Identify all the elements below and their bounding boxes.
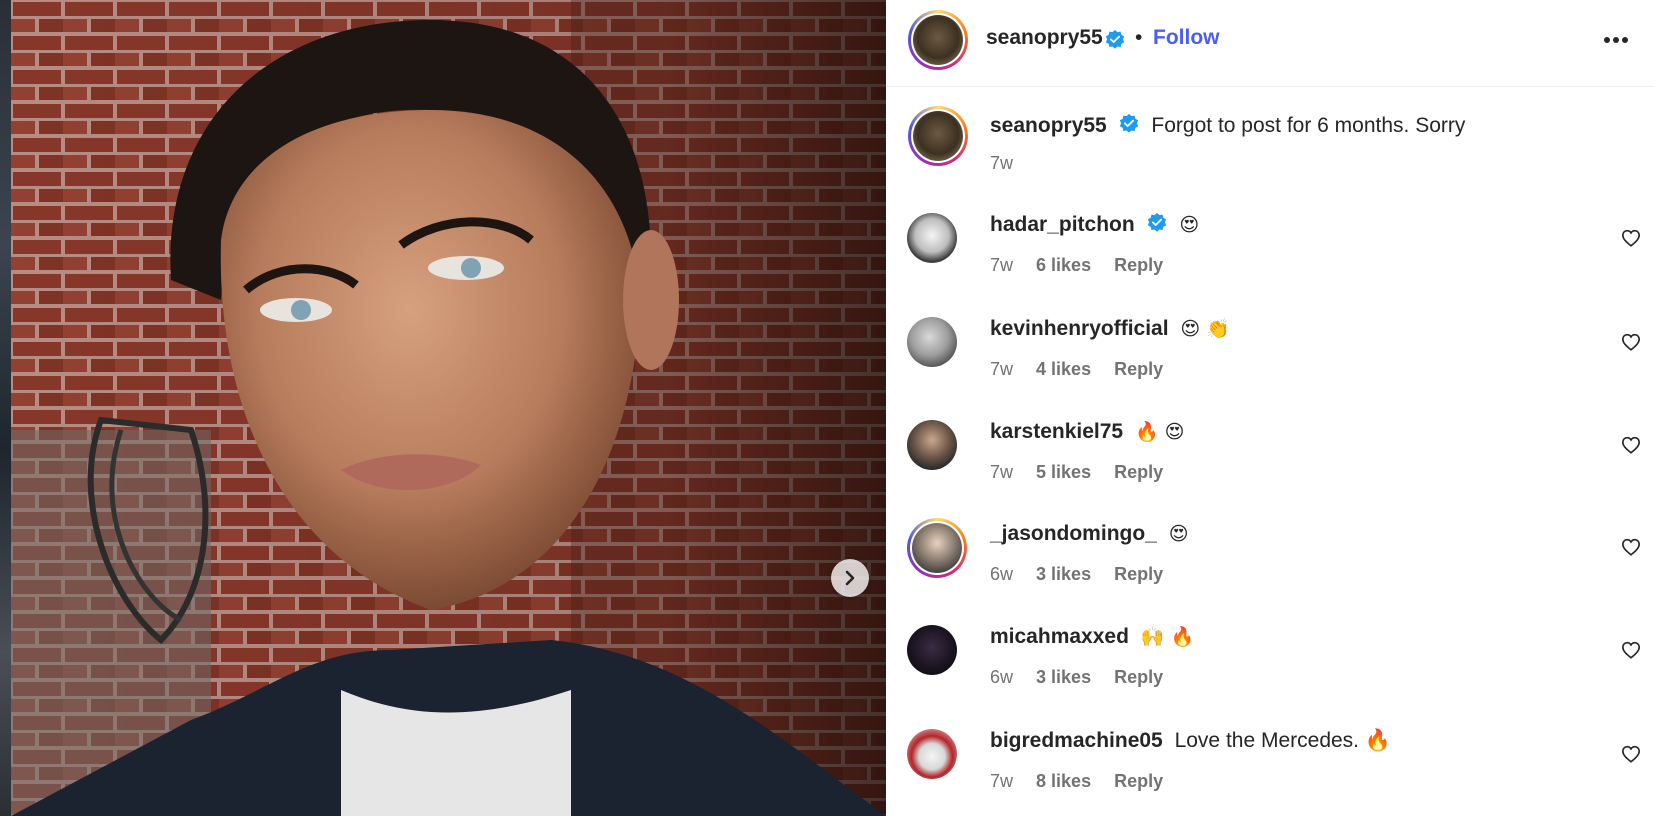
comment-text: Love the Mercedes. 🔥 — [1174, 729, 1391, 752]
author-username[interactable]: seanopry55 — [986, 26, 1103, 50]
comment-row: kevinhenryofficial 😍 👏 7w 4 likes Reply — [886, 309, 1654, 389]
follow-button[interactable]: Follow — [1153, 26, 1220, 50]
portrait-image — [11, 0, 886, 816]
comment-likes[interactable]: 5 likes — [1036, 462, 1091, 482]
comment-likes[interactable]: 4 likes — [1036, 359, 1091, 379]
commenter-avatar[interactable] — [907, 625, 957, 675]
commenter-username[interactable]: kevinhenryofficial — [990, 317, 1169, 340]
heart-outline-icon[interactable] — [1621, 538, 1641, 556]
comment-row: bigredmachine05 Love the Mercedes. 🔥 7w … — [886, 721, 1654, 801]
reply-button[interactable]: Reply — [1114, 667, 1163, 687]
heart-outline-icon[interactable] — [1621, 745, 1641, 763]
heart-outline-icon[interactable] — [1621, 333, 1641, 351]
caption-author-avatar[interactable] — [908, 106, 968, 166]
more-horizontal-icon[interactable] — [1603, 36, 1629, 44]
comment-text: 😍 👏 — [1180, 318, 1230, 340]
commenter-username[interactable]: bigredmachine05 — [990, 729, 1163, 752]
post-photo[interactable] — [11, 0, 886, 816]
comment-text: 😍 — [1168, 523, 1189, 545]
comment-timestamp[interactable]: 7w — [990, 771, 1013, 791]
caption-text: Forgot to post for 6 months. Sorry — [1151, 114, 1466, 137]
reply-button[interactable]: Reply — [1114, 564, 1163, 584]
caption-row: seanopry55 Forgot to post for 6 months. … — [886, 106, 1654, 176]
comment-timestamp[interactable]: 7w — [990, 255, 1013, 275]
comment-row: karstenkiel75 🔥 😍 7w 5 likes Reply — [886, 412, 1654, 492]
reply-button[interactable]: Reply — [1114, 359, 1163, 379]
comment-timestamp[interactable]: 7w — [990, 462, 1013, 482]
commenter-username[interactable]: karstenkiel75 — [990, 420, 1123, 443]
comment-likes[interactable]: 6 likes — [1036, 255, 1091, 275]
separator-dot: • — [1135, 26, 1143, 49]
reply-button[interactable]: Reply — [1114, 255, 1163, 275]
post-side-panel: seanopry55 • Follow seanopry55 Forgot to… — [886, 0, 1654, 816]
commenter-avatar[interactable] — [907, 317, 957, 367]
caption-username[interactable]: seanopry55 — [990, 114, 1107, 137]
comment-timestamp[interactable]: 7w — [990, 359, 1013, 379]
background-strip — [0, 0, 11, 816]
next-photo-button[interactable] — [831, 559, 869, 597]
commenter-username[interactable]: _jasondomingo_ — [990, 522, 1157, 545]
comment-text: 😍 — [1179, 214, 1200, 236]
post-header: seanopry55 • Follow — [886, 0, 1654, 87]
heart-outline-icon[interactable] — [1621, 436, 1641, 454]
commenter-username[interactable]: hadar_pitchon — [990, 213, 1135, 236]
comment-text: 🔥 😍 — [1134, 421, 1185, 443]
comment-text: 🙌 🔥 — [1140, 626, 1195, 648]
commenter-avatar[interactable] — [907, 729, 957, 779]
commenter-avatar[interactable] — [907, 213, 957, 263]
chevron-right-icon — [845, 570, 855, 586]
heart-outline-icon[interactable] — [1621, 641, 1641, 659]
verified-badge-icon — [1119, 114, 1138, 134]
comment-row: hadar_pitchon 😍 7w 6 likes Reply — [886, 205, 1654, 285]
comment-likes[interactable]: 3 likes — [1036, 564, 1091, 584]
reply-button[interactable]: Reply — [1114, 462, 1163, 482]
commenter-avatar[interactable] — [907, 420, 957, 470]
author-avatar[interactable] — [908, 10, 968, 70]
comment-row: micahmaxxed 🙌 🔥 6w 3 likes Reply — [886, 617, 1654, 697]
comment-timestamp[interactable]: 6w — [990, 667, 1013, 687]
commenter-avatar[interactable] — [907, 518, 967, 578]
comment-likes[interactable]: 3 likes — [1036, 667, 1091, 687]
commenter-username[interactable]: micahmaxxed — [990, 625, 1129, 648]
reply-button[interactable]: Reply — [1114, 771, 1163, 791]
comment-likes[interactable]: 8 likes — [1036, 771, 1091, 791]
comment-timestamp[interactable]: 6w — [990, 564, 1013, 584]
verified-badge-icon — [1147, 213, 1166, 233]
verified-badge-icon — [1105, 29, 1125, 49]
caption-timestamp[interactable]: 7w — [990, 153, 1013, 173]
comment-row: _jasondomingo_ 😍 6w 3 likes Reply — [886, 514, 1654, 594]
heart-outline-icon[interactable] — [1621, 229, 1641, 247]
